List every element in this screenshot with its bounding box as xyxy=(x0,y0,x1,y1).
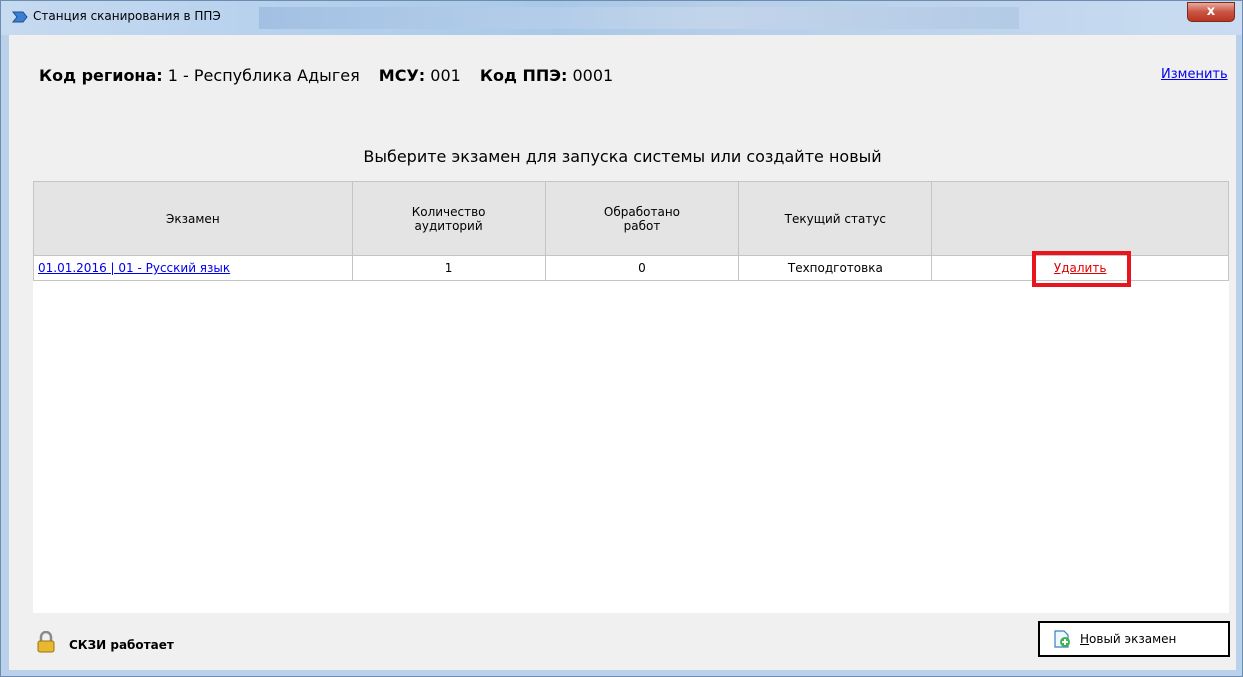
table-row[interactable]: 01.01.2016 | 01 - Русский язык 1 0 Техпо… xyxy=(33,251,1229,287)
cell-rooms: 1 xyxy=(351,255,546,281)
change-link[interactable]: Изменить xyxy=(1161,67,1228,82)
ppe-value: 0001 xyxy=(572,66,614,85)
lock-icon xyxy=(37,631,55,653)
new-exam-label: Новый экзамен xyxy=(1080,632,1176,646)
highlight-box xyxy=(1031,251,1131,287)
region-value: 1 - Республика Адыгея xyxy=(167,66,360,85)
table-header-row: Экзамен Количество аудиторий Обработано … xyxy=(33,181,1229,256)
skzi-status: СКЗИ работает xyxy=(69,638,174,652)
header-info: Код региона: 1 - Республика Адыгея МСУ: … xyxy=(39,66,627,85)
new-exam-button[interactable]: Новый экзамен xyxy=(1038,621,1230,657)
cell-exam: 01.01.2016 | 01 - Русский язык xyxy=(33,255,353,281)
exam-link[interactable]: 01.01.2016 | 01 - Русский язык xyxy=(38,261,230,275)
new-exam-accelerator: Н xyxy=(1080,632,1090,646)
column-header-processed-label: Обработано работ xyxy=(603,204,681,233)
page-subtitle: Выберите экзамен для запуска системы или… xyxy=(363,147,882,166)
delete-link-wrapper: Удалить xyxy=(1031,251,1131,287)
column-header-rooms[interactable]: Количество аудиторий xyxy=(351,181,546,256)
cell-status: Техподготовка xyxy=(738,255,933,281)
window-title: Станция сканирования в ППЭ xyxy=(33,9,221,23)
column-header-actions xyxy=(931,181,1229,256)
column-header-status[interactable]: Текущий статус xyxy=(738,181,933,256)
column-header-processed[interactable]: Обработано работ xyxy=(544,181,740,256)
client-area: Код региона: 1 - Республика Адыгея МСУ: … xyxy=(9,35,1236,670)
column-header-rooms-label: Количество аудиторий xyxy=(411,204,486,233)
msu-label: МСУ: xyxy=(378,66,426,85)
title-bar[interactable]: Станция сканирования в ППЭ x xyxy=(1,1,1242,35)
title-blurred-area xyxy=(259,7,1019,29)
close-button[interactable]: x xyxy=(1187,2,1235,22)
app-arrow-icon xyxy=(11,11,28,23)
cell-processed: 0 xyxy=(544,255,740,281)
exam-table: Экзамен Количество аудиторий Обработано … xyxy=(33,181,1229,287)
cell-actions: Удалить xyxy=(931,251,1229,287)
region-label: Код региона: xyxy=(39,66,163,85)
msu-value: 001 xyxy=(430,66,461,85)
column-header-exam[interactable]: Экзамен xyxy=(33,181,353,256)
app-window: Станция сканирования в ППЭ x Код региона… xyxy=(0,0,1243,677)
exam-grid-panel: Экзамен Количество аудиторий Обработано … xyxy=(33,181,1229,613)
new-exam-label-rest: овый экзамен xyxy=(1089,632,1177,646)
add-document-icon xyxy=(1054,630,1070,648)
ppe-label: Код ППЭ: xyxy=(479,66,568,85)
